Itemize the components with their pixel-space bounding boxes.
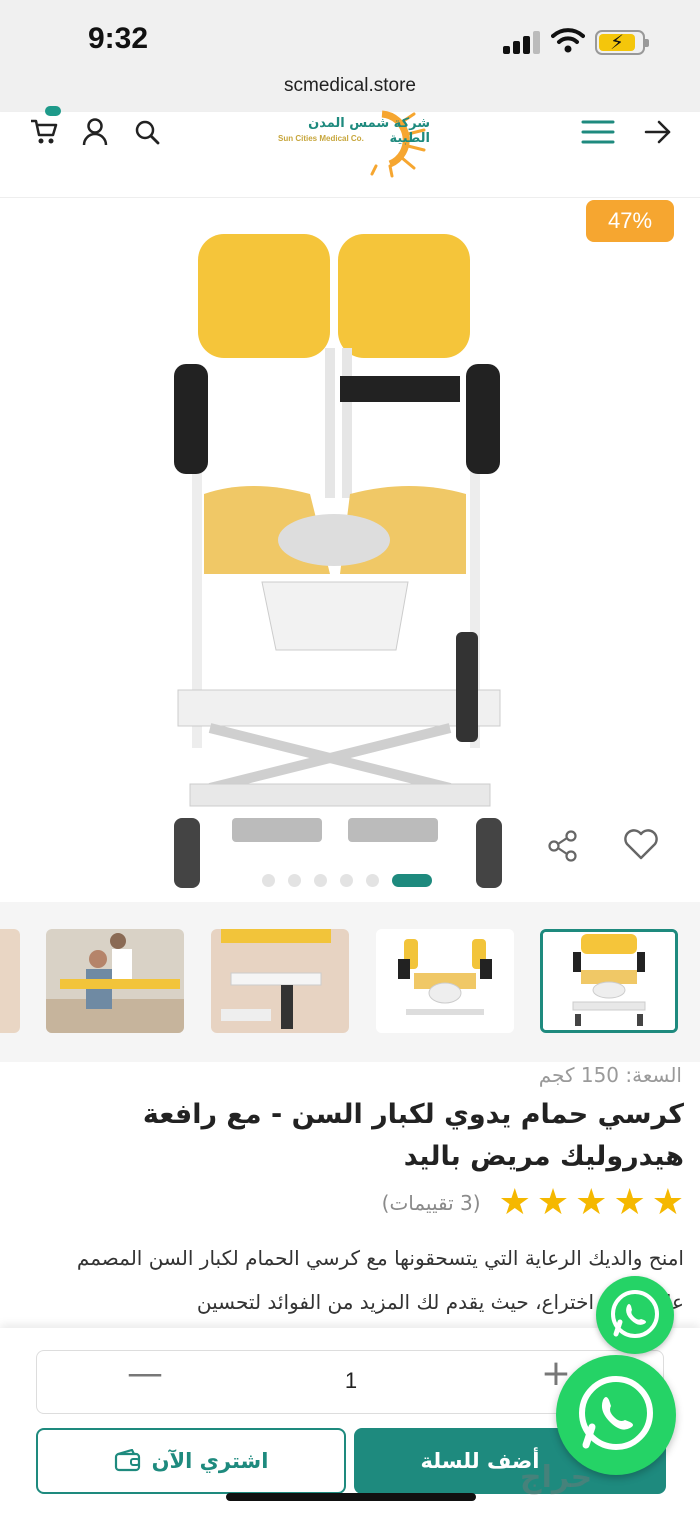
battery-icon: ⚡ [595, 30, 649, 55]
product-gallery[interactable]: 47% [0, 198, 700, 902]
thumbnail-strip [0, 902, 700, 1062]
product-title: كرسي حمام يدوي لكبار السن - مع رافعة هيد… [142, 1099, 684, 1172]
carousel-dots [262, 873, 432, 887]
signal-icon [503, 30, 543, 54]
thumbnail[interactable] [46, 929, 184, 1033]
cart-button[interactable] [26, 114, 62, 150]
page: 9:32 ⚡ scmedical.store شركة شمس المدن ال… [0, 0, 700, 1514]
home-indicator[interactable] [226, 1493, 476, 1501]
wallet-icon [114, 1449, 140, 1472]
hamburger-icon [581, 120, 615, 144]
star-icon: ★ [575, 1182, 608, 1223]
thumbnail[interactable] [0, 929, 20, 1033]
star-icon: ★ [651, 1182, 684, 1223]
whatsapp-icon [579, 1376, 653, 1450]
cart-badge [45, 106, 61, 116]
whatsapp-chat-button[interactable] [556, 1355, 676, 1475]
menu-button[interactable] [580, 114, 616, 150]
thumbnail-active[interactable] [540, 929, 678, 1033]
buy-now-label: اشتري الآن [151, 1449, 269, 1473]
logo-english-text: Sun Cities Medical Co. [278, 134, 364, 143]
thumbnail[interactable] [376, 929, 514, 1033]
thumbnail[interactable] [211, 929, 349, 1033]
carousel-dot[interactable] [262, 873, 275, 887]
product-rating[interactable]: ★ ★ ★ ★ ★ (3 تقييمات) [382, 1185, 684, 1221]
share-icon[interactable] [545, 828, 581, 864]
status-bar: 9:32 ⚡ [0, 0, 700, 70]
star-icon: ★ [498, 1182, 531, 1223]
star-icon: ★ [613, 1182, 646, 1223]
arrow-right-icon [644, 120, 671, 144]
discount-badge: 47% [586, 200, 674, 242]
buy-now-button[interactable]: اشتري الآن [36, 1428, 346, 1494]
wifi-icon [551, 28, 585, 53]
carousel-dot[interactable] [314, 873, 327, 887]
address-bar[interactable]: scmedical.store [0, 70, 700, 112]
cart-icon [31, 119, 58, 144]
store-logo[interactable]: شركة شمس المدن الطبية Sun Cities Medical… [270, 110, 430, 178]
product-image [174, 234, 502, 888]
carousel-dot[interactable] [340, 873, 353, 887]
whatsapp-button[interactable] [596, 1276, 674, 1354]
search-icon [135, 120, 160, 145]
whatsapp-icon [611, 1290, 659, 1338]
watermark: حراج [520, 1460, 593, 1495]
url-text: scmedical.store [284, 75, 416, 96]
back-button[interactable] [640, 114, 676, 150]
star-icon: ★ [536, 1182, 570, 1223]
account-button[interactable] [77, 114, 113, 150]
heart-icon[interactable] [622, 826, 660, 862]
store-header: شركة شمس المدن الطبية Sun Cities Medical… [0, 106, 700, 198]
status-time: 9:32 [88, 22, 149, 55]
search-button[interactable] [129, 114, 165, 150]
user-icon [82, 118, 108, 146]
product-description: امنح والديك الرعاية التي يتسحقونها مع كر… [76, 1246, 684, 1314]
product-capacity: السعة: 150 كجم [538, 1063, 682, 1087]
carousel-dot-active[interactable] [392, 873, 432, 887]
carousel-dot[interactable] [366, 873, 379, 887]
carousel-dot[interactable] [288, 873, 301, 887]
rating-count: (3 تقييمات) [381, 1191, 481, 1215]
